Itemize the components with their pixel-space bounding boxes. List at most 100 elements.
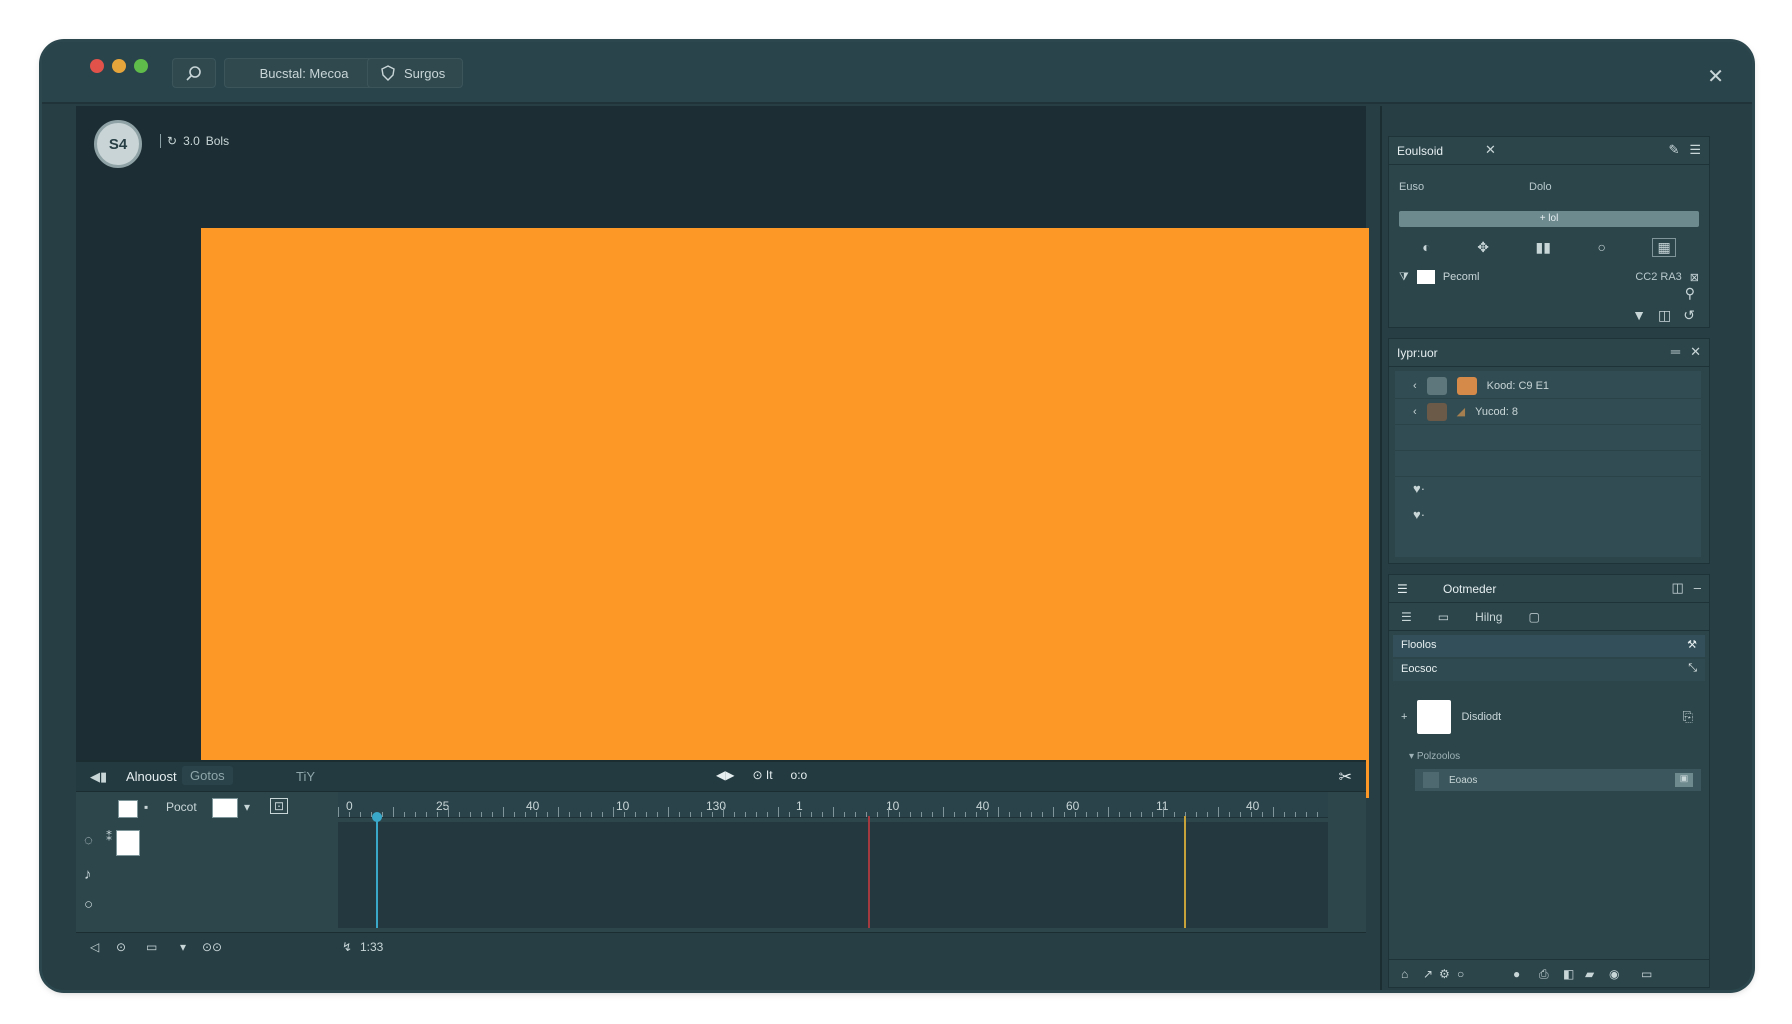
minimize-window-button[interactable] <box>112 59 126 73</box>
timeline-panel: ◀▮ Alnouost Gotos TiY ◀▶ ⊙ It o:o ✂ ↬ ◌ … <box>76 760 1366 960</box>
search-button[interactable] <box>172 58 216 88</box>
frame-counter[interactable]: o:o <box>791 768 808 782</box>
chevron-icon[interactable]: ‹ <box>1413 406 1417 418</box>
list-item[interactable]: ‹ ◢ Yucod: 8 <box>1395 399 1701 425</box>
puzzle-icon[interactable]: ✥ <box>1477 239 1489 256</box>
lock-icon[interactable]: ⁑ <box>106 830 112 844</box>
close-window-button[interactable] <box>90 59 104 73</box>
mask-icon[interactable]: ◐ <box>1422 239 1430 255</box>
heart-icon[interactable]: ♥· <box>1413 507 1425 522</box>
tab-animation[interactable]: Alnouost <box>126 769 177 784</box>
pencil-icon[interactable]: ✎ <box>1668 142 1679 158</box>
tag-icon[interactable]: ▰ <box>1585 967 1594 981</box>
tab-tiy[interactable]: TiY <box>296 769 315 784</box>
close-icon[interactable]: ✕ <box>1690 344 1701 360</box>
minimize-icon[interactable]: – <box>1694 580 1701 596</box>
opacity-slider[interactable]: + lol <box>1399 211 1699 227</box>
circle-icon[interactable]: ○ <box>1457 967 1464 981</box>
list-item-empty[interactable] <box>1395 425 1701 451</box>
circle-icon[interactable]: ○ <box>1597 239 1605 255</box>
fill-swatch[interactable] <box>118 800 138 818</box>
group-header[interactable]: ▾ Polzoolos <box>1393 747 1705 766</box>
expand-icon[interactable]: ⤡ <box>1688 662 1697 675</box>
swatch-dropdown[interactable]: ▪ <box>144 800 148 814</box>
link-icon[interactable]: ⌂ <box>1401 967 1408 981</box>
chevron-icon[interactable]: ‹ <box>1413 380 1417 392</box>
tab-frame[interactable]: ▢ <box>1528 610 1539 624</box>
play-pause-button[interactable]: ◀▶ <box>716 768 734 782</box>
playhead[interactable] <box>372 812 382 928</box>
settings-button[interactable]: Surgos <box>367 58 463 88</box>
window-icon[interactable]: ◫ <box>1671 580 1683 596</box>
grid-icon[interactable]: ▦ <box>1652 237 1676 257</box>
section-header[interactable]: Floolos ⚒ <box>1393 635 1705 657</box>
edit-icon[interactable]: ⊠ <box>1690 271 1699 284</box>
circle-icon[interactable]: ○ <box>84 896 93 913</box>
loop-button[interactable]: ⊙ It <box>752 768 772 782</box>
printer-icon[interactable]: ⎙ <box>1539 967 1549 982</box>
rotate-icon[interactable]: ↺ <box>1683 307 1695 324</box>
frame-icon[interactable]: ◧ <box>1563 967 1574 981</box>
pen-icon[interactable]: ♪ <box>84 866 92 883</box>
add-icon[interactable]: + <box>1401 711 1407 723</box>
settings-icon[interactable]: ⚙ <box>1439 967 1450 981</box>
person-icon[interactable]: ⚲ <box>1685 285 1695 302</box>
ruler-tick <box>1262 812 1263 817</box>
menu-icon[interactable]: ☰ <box>1689 142 1701 158</box>
tab-hilng[interactable]: Hilng <box>1475 610 1502 624</box>
expand-icon[interactable]: ⊡ <box>270 798 289 814</box>
artboard[interactable] <box>201 228 1369 798</box>
loop-icon[interactable]: ⊙⊙ <box>202 940 222 954</box>
ruler-tick <box>822 812 823 817</box>
layer-thumbnail[interactable] <box>116 830 140 856</box>
filter-icon[interactable]: ▾ <box>180 940 186 954</box>
eye-icon[interactable]: ◉ <box>1609 967 1619 981</box>
frame-icon[interactable]: ◫ <box>1658 307 1671 324</box>
stroke-swatch[interactable] <box>212 798 238 818</box>
filter-icon[interactable]: ⧩ <box>1399 271 1409 284</box>
image-icon[interactable]: ▣ <box>1675 773 1693 787</box>
triangle-down-icon[interactable]: ▼ <box>1632 307 1646 324</box>
record-icon[interactable]: ⊙ <box>116 940 126 954</box>
ruler-tick <box>624 812 625 817</box>
ruler-tick <box>415 812 416 817</box>
frame-icon[interactable]: ▭ <box>146 940 157 954</box>
lasso-icon[interactable]: ◌ <box>84 832 93 849</box>
ruler-label: 40 <box>526 799 540 813</box>
maximize-window-button[interactable] <box>134 59 148 73</box>
close-icon[interactable]: ✕ <box>1485 142 1496 158</box>
document-tab[interactable]: Bucstal: Mecoa <box>224 58 384 88</box>
minimize-icon[interactable]: ═ <box>1671 344 1680 360</box>
app-logo: S4 <box>94 120 142 168</box>
tools-icon[interactable]: ⚒ <box>1687 638 1697 651</box>
tab-layout[interactable]: ▭ <box>1438 610 1449 624</box>
section-subheader[interactable]: Eocsoc ⤡ <box>1393 659 1705 681</box>
list-item-empty[interactable] <box>1395 451 1701 477</box>
zoom-indicator[interactable]: ↻ 3.0 Bols <box>160 134 229 148</box>
layer-row[interactable]: ⧩ Pecoml CC2 RA3 ⊠ <box>1399 265 1699 289</box>
chevron-down-icon[interactable]: ▾ <box>244 800 250 814</box>
pencil-icon[interactable]: ↗ <box>1423 967 1433 981</box>
tab-gotos[interactable]: Gotos <box>182 766 233 785</box>
prev-icon[interactable]: ◁ <box>90 940 99 954</box>
pause-icon[interactable]: ▮▮ <box>1536 239 1551 256</box>
color-icon[interactable]: ● <box>1513 967 1520 981</box>
snap-icon[interactable]: ↯ <box>342 940 352 954</box>
edit-icon[interactable]: ⎘ <box>1683 709 1693 725</box>
group-item[interactable]: Eoaos ▣ <box>1415 769 1701 791</box>
timeline-track[interactable] <box>338 822 1328 928</box>
close-icon[interactable]: ✕ <box>1707 64 1724 89</box>
heart-icon[interactable]: ♥· <box>1413 481 1425 496</box>
ruler-tick <box>525 812 526 817</box>
timeline-ruler[interactable]: 0 25 40 10 130 1 10 40 60 11 40 <box>338 792 1328 818</box>
ruler-tick <box>723 807 724 817</box>
align-icon[interactable]: ☰ <box>1401 610 1412 624</box>
menu-icon[interactable]: ☰ <box>1397 582 1408 596</box>
list-item[interactable]: ‹ Kood: C9 E1 <box>1395 373 1701 399</box>
scissors-icon[interactable]: ✂ <box>1339 767 1352 787</box>
list-item[interactable]: + Disdiodt ⎘ <box>1393 695 1705 739</box>
comment-icon[interactable]: ▭ <box>1641 967 1652 981</box>
marker-red[interactable] <box>868 816 870 928</box>
marker-yellow[interactable] <box>1184 816 1186 928</box>
volume-icon[interactable]: ◀▮ <box>90 769 107 785</box>
